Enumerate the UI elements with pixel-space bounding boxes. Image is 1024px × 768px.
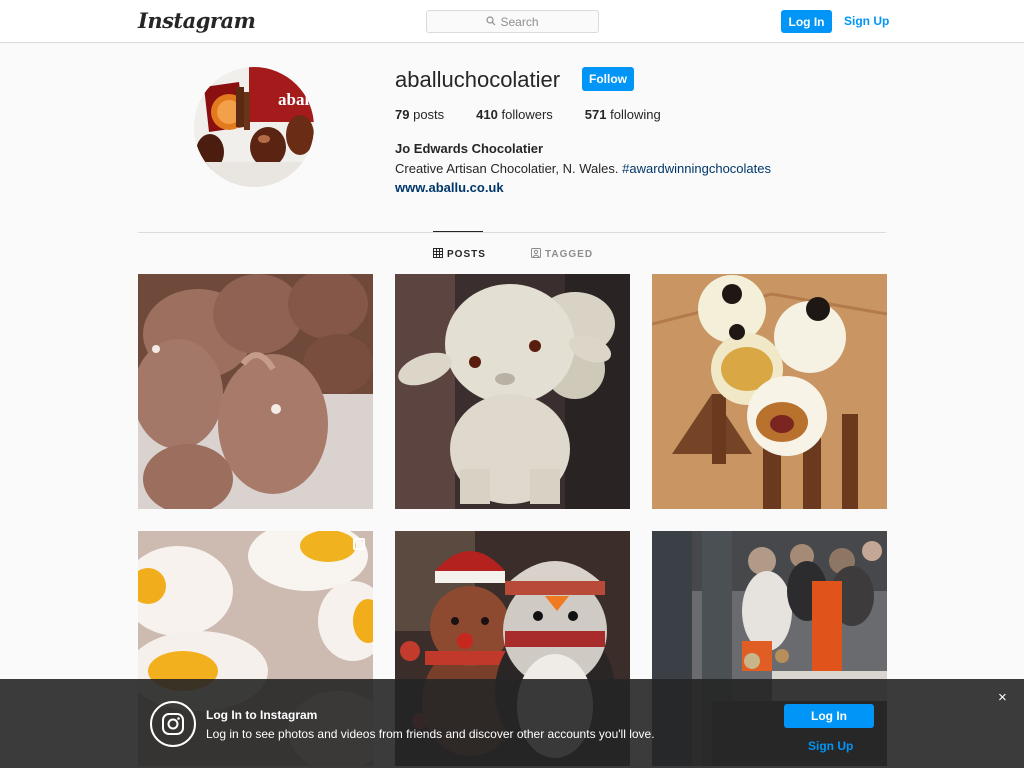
post-tile-white-chocolate-lamb[interactable] [395, 274, 630, 509]
tag-icon [531, 248, 541, 261]
banner-signup-link[interactable]: Sign Up [808, 739, 853, 753]
avatar[interactable]: aball [194, 67, 314, 187]
bio-text: Creative Artisan Chocolatier, N. Wales. [395, 161, 619, 176]
profile-full-name: Jo Edwards Chocolatier [395, 141, 544, 156]
profile-bio: Creative Artisan Chocolatier, N. Wales. … [395, 161, 771, 176]
tabs-divider [138, 232, 886, 233]
login-banner: Log In to Instagram Log in to see photos… [0, 679, 1024, 768]
profile-website-link[interactable]: www.aballu.co.uk [395, 180, 504, 195]
banner-title: Log In to Instagram [206, 708, 318, 722]
followers-stat[interactable]: 410 followers [476, 107, 553, 122]
instagram-logo[interactable]: Instagram [138, 8, 256, 33]
tab-tagged-label: TAGGED [545, 249, 594, 260]
search-input[interactable]: Search [426, 10, 599, 33]
multiple-photos-icon [353, 538, 365, 550]
banner-login-button[interactable]: Log In [784, 704, 874, 728]
instagram-icon [150, 701, 196, 747]
bio-hashtag-link[interactable]: #awardwinningchocolates [622, 161, 771, 176]
posts-stat: 79 posts [395, 107, 445, 122]
active-tab-indicator [433, 231, 483, 232]
following-stat[interactable]: 571 following [585, 107, 661, 122]
banner-text: Log in to see photos and videos from fri… [206, 727, 655, 741]
post-tile-chocolate-bunnies[interactable] [138, 274, 373, 509]
tab-tagged[interactable]: TAGGED [531, 248, 593, 261]
signup-link[interactable]: Sign Up [844, 14, 889, 28]
login-button[interactable]: Log In [781, 10, 832, 33]
tab-posts-label: POSTS [447, 249, 486, 260]
follow-button[interactable]: Follow [582, 67, 634, 91]
profile-stats: 79 posts 410 followers 571 following [395, 107, 661, 122]
profile-username: aballuchocolatier [395, 67, 561, 92]
top-nav: Instagram Search Log In Sign Up [0, 0, 1024, 43]
close-icon[interactable]: × [998, 689, 1007, 706]
grid-icon [433, 248, 443, 261]
tab-posts[interactable]: POSTS [433, 248, 486, 261]
post-tile-white-chocolate-truffles[interactable] [652, 274, 887, 509]
search-icon [486, 15, 496, 29]
avatar-brand-text: aball [278, 90, 314, 109]
search-placeholder: Search [500, 14, 539, 29]
